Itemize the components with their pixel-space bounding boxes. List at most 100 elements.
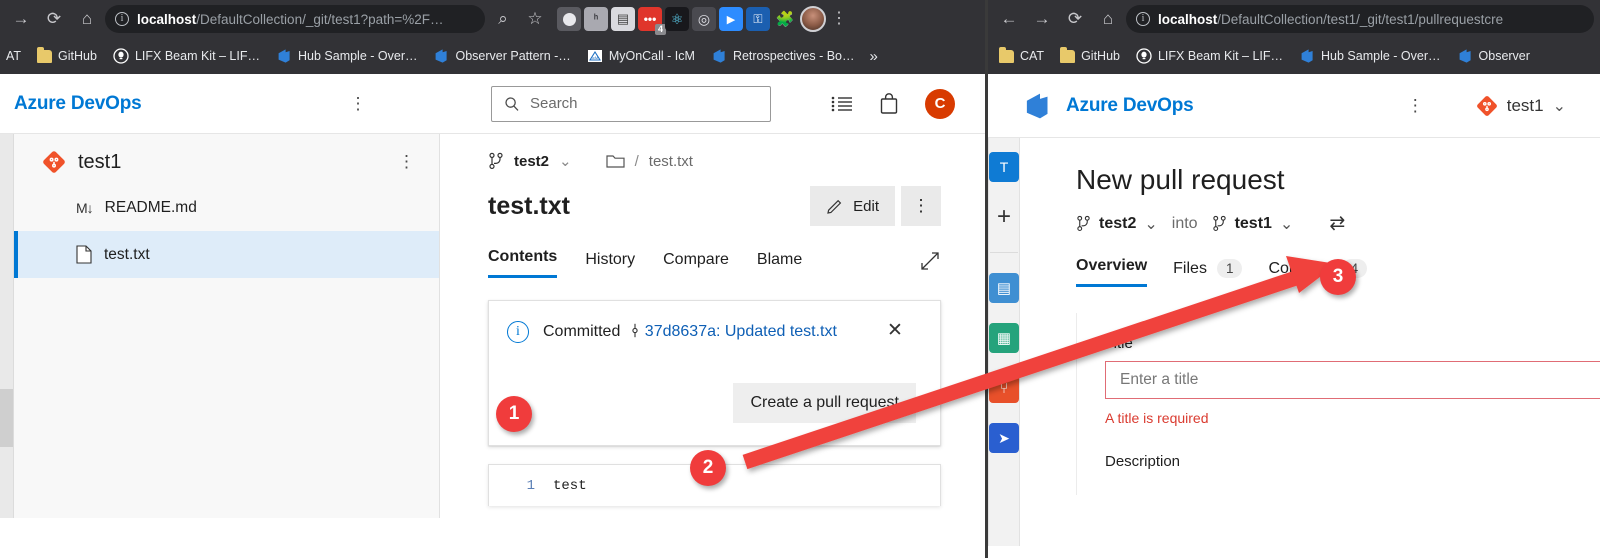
site-info-icon[interactable]: i: [1136, 12, 1150, 26]
ado-header-left: Azure DevOps ⋮ Search C: [0, 74, 985, 134]
repos-icon[interactable]: ⑂: [989, 373, 1019, 403]
bookmarks-bar-right: CAT GitHub LIFX Beam Kit – LIF… Hub Samp…: [988, 38, 1600, 74]
tab-compare[interactable]: Compare: [663, 251, 729, 278]
commit-link[interactable]: 37d8637a: Updated test.txt: [645, 323, 837, 340]
search-input[interactable]: Search: [491, 85, 771, 122]
file-more-kebab-icon[interactable]: ⋮: [901, 186, 941, 226]
bookmark-item[interactable]: GitHub: [1053, 46, 1127, 66]
home-button[interactable]: ⌂: [1093, 4, 1123, 34]
source-branch-picker[interactable]: test2 ⌄: [1076, 214, 1158, 234]
react-devtools-extension-icon[interactable]: ⚛: [665, 7, 689, 31]
tab-label: Overview: [1076, 257, 1148, 274]
close-icon[interactable]: ✕: [887, 321, 903, 345]
description-field-label: Description: [1105, 453, 1181, 470]
azure-devops-icon: [1301, 49, 1313, 63]
chevron-down-icon[interactable]: ⌄: [1144, 214, 1157, 234]
chrome-profile-avatar[interactable]: [800, 6, 826, 32]
lifx-icon: [113, 48, 129, 64]
bookmark-star-icon[interactable]: ☆: [520, 4, 550, 34]
ado-logo-text[interactable]: Azure DevOps: [1066, 95, 1194, 117]
home-button[interactable]: ⌂: [72, 4, 102, 34]
branch-selector-row: test2 ⌄ into test1 ⌄ ⇄: [1076, 212, 1600, 235]
title-input[interactable]: Enter a title: [1105, 361, 1600, 399]
target-branch-picker[interactable]: test1 ⌄: [1212, 214, 1293, 234]
chrome-menu-icon[interactable]: ⋮: [829, 11, 849, 27]
repo-title[interactable]: test1: [42, 150, 121, 174]
reload-button[interactable]: ⟳: [39, 4, 69, 34]
browser-window-left: → ⟳ ⌂ i localhost/DefaultCollection/_git…: [0, 0, 985, 558]
bookmark-item[interactable]: Hub Sample - Over…: [269, 45, 424, 67]
pipelines-icon[interactable]: ➤: [989, 423, 1019, 453]
bookmark-item[interactable]: Retrospectives - Bo…: [704, 45, 862, 67]
pr-form: Title Enter a title A title is required …: [1076, 313, 1600, 495]
new-item-icon[interactable]: +: [989, 202, 1019, 232]
target-extension-icon[interactable]: ◎: [692, 7, 716, 31]
honey-extension-icon[interactable]: ʰ: [584, 7, 608, 31]
ado-logo-text[interactable]: Azure DevOps: [14, 93, 142, 115]
edit-button[interactable]: Edit: [810, 186, 895, 226]
site-info-icon[interactable]: i: [115, 12, 129, 26]
marketplace-bag-icon[interactable]: [879, 92, 899, 115]
file-tree-item-testtxt[interactable]: test.txt: [14, 231, 439, 278]
bookmark-label: GitHub: [58, 49, 97, 63]
header-kebab-icon[interactable]: ⋮: [349, 95, 366, 112]
zoom-icon[interactable]: ⌕: [488, 4, 518, 34]
ado-body-left: test1 ⋮ M↓ README.md test.txt test2 ⌄ / …: [0, 134, 985, 518]
header-kebab-icon[interactable]: ⋮: [1407, 97, 1424, 114]
bookmark-item[interactable]: Observer: [1450, 45, 1537, 67]
file-tree-item-readme[interactable]: M↓ README.md: [14, 184, 439, 231]
bookmark-item[interactable]: AT: [4, 46, 28, 66]
bookmark-item[interactable]: LIFX Beam Kit – LIF…: [106, 45, 267, 67]
project-avatar[interactable]: T: [989, 152, 1019, 182]
tab-contents[interactable]: Contents: [488, 248, 558, 278]
user-avatar[interactable]: C: [925, 88, 955, 119]
bookmarks-overflow-button[interactable]: »: [864, 48, 884, 65]
repo-kebab-icon[interactable]: ⋮: [398, 153, 415, 170]
bookmark-item[interactable]: GitHub: [30, 46, 104, 66]
todo-extension-icon[interactable]: ••• 4: [638, 7, 666, 35]
forward-button[interactable]: →: [1027, 4, 1057, 34]
chevron-down-icon[interactable]: ⌄: [1553, 96, 1566, 116]
bookmark-item[interactable]: Observer Pattern -…: [426, 45, 577, 67]
key-extension-icon[interactable]: ⚿: [746, 7, 770, 31]
tab-history[interactable]: History: [585, 251, 635, 278]
chrome-store-extension-icon[interactable]: ▤: [611, 7, 635, 31]
branch-icon: [1212, 215, 1226, 231]
browser-toolbar-right: ← → ⟳ ⌂ i localhost/DefaultCollection/te…: [988, 0, 1600, 38]
bookmark-item[interactable]: Hub Sample - Over…: [1292, 45, 1447, 67]
circle-extension-icon[interactable]: [557, 7, 581, 31]
tab-blame[interactable]: Blame: [757, 251, 802, 278]
address-bar[interactable]: i localhost/DefaultCollection/test1/_git…: [1126, 5, 1594, 33]
reload-button[interactable]: ⟳: [1060, 4, 1090, 34]
expand-diagonal-icon[interactable]: [919, 250, 941, 272]
chevron-down-icon[interactable]: ⌄: [1280, 214, 1293, 234]
work-items-icon[interactable]: [831, 94, 853, 114]
forward-button[interactable]: →: [6, 4, 36, 34]
video-extension-icon[interactable]: ▶: [719, 7, 743, 31]
breadcrumb-branch[interactable]: test2: [514, 153, 549, 170]
chevron-down-icon[interactable]: ⌄: [559, 152, 572, 170]
lifx-icon: [1136, 48, 1152, 64]
back-button[interactable]: ←: [994, 4, 1024, 34]
swap-branches-icon[interactable]: ⇄: [1329, 212, 1345, 235]
file-name: test.txt: [104, 245, 150, 263]
tab-overview[interactable]: Overview: [1076, 257, 1148, 287]
boards-icon[interactable]: ▦: [989, 323, 1019, 353]
project-picker[interactable]: test1 ⌄: [1476, 95, 1566, 117]
puzzle-extensions-icon[interactable]: 🧩: [773, 7, 797, 31]
page-scrollbar[interactable]: [0, 134, 14, 518]
overview-icon[interactable]: ▤: [989, 273, 1019, 303]
commit-icon: [632, 323, 638, 338]
file-icon: [76, 245, 92, 264]
bookmarks-bar-left: AT GitHub LIFX Beam Kit – LIF… Hub Sampl…: [0, 38, 985, 74]
tab-files[interactable]: Files 1: [1173, 259, 1243, 287]
azure-devops-icon: [278, 49, 290, 63]
address-bar[interactable]: i localhost/DefaultCollection/_git/test1…: [105, 5, 485, 33]
bookmark-item[interactable]: CAT: [992, 46, 1051, 66]
bookmark-item[interactable]: IcM MyOnCall - IcM: [580, 45, 702, 67]
create-pull-request-button[interactable]: Create a pull request: [733, 383, 916, 423]
bookmark-item[interactable]: LIFX Beam Kit – LIF…: [1129, 45, 1290, 67]
folder-icon[interactable]: [606, 153, 625, 169]
icm-icon: IcM: [587, 50, 602, 62]
azure-devops-logo-icon[interactable]: [1022, 91, 1052, 121]
